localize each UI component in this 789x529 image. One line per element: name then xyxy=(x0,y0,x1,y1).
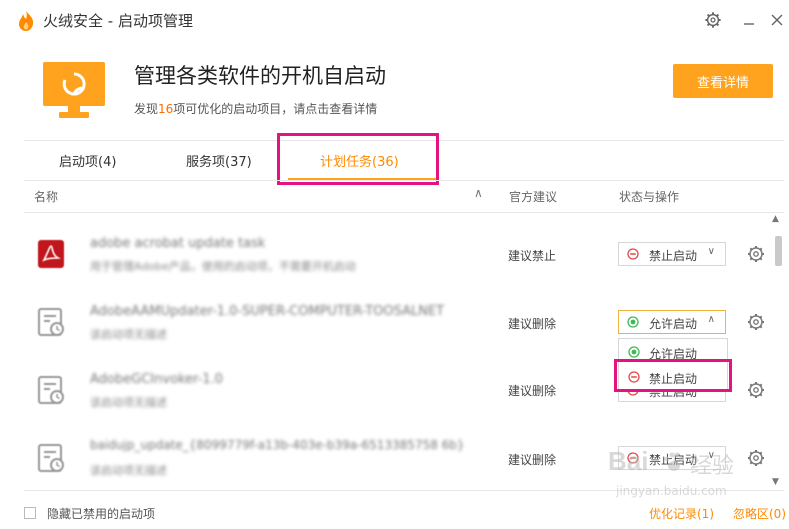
close-icon xyxy=(771,14,783,26)
page-headline: 管理各类软件的开机自启动 xyxy=(134,64,386,88)
baidu-jingyan-watermark: Bai 经验 jingyan.baidu.com xyxy=(608,446,735,498)
row-name: adobe acrobat update task xyxy=(90,236,266,251)
deny-icon xyxy=(627,248,639,260)
title-bar: 火绒安全 - 启动项管理 xyxy=(0,0,789,40)
table-row: adobe acrobat update task 用于管理Adobe产品，使用… xyxy=(24,220,772,288)
acrobat-icon xyxy=(38,240,64,268)
scheduled-task-icon xyxy=(38,308,64,336)
row-name: baidujp_update_{8099779f-a13b-403e-b39a-… xyxy=(90,438,465,452)
window-title: 火绒安全 - 启动项管理 xyxy=(43,12,193,30)
tab-bar: 启动项(4) 服务项(37) 计划任务(36) xyxy=(0,140,789,180)
divider xyxy=(24,180,784,181)
status-select[interactable]: 允许启动 ∧ xyxy=(618,310,726,334)
row-description: 该启动项无描述 xyxy=(90,328,167,341)
optimization-history-link[interactable]: 优化记录(1) xyxy=(649,505,714,522)
dropdown-option-allow[interactable]: 允许启动 xyxy=(619,340,727,365)
tab-scheduled-tasks[interactable]: 计划任务(36) xyxy=(320,151,399,170)
close-button[interactable] xyxy=(766,9,788,31)
status-dropdown: 允许启动 禁止启动 xyxy=(618,338,728,390)
hide-disabled-label: 隐藏已禁用的启动项 xyxy=(47,507,156,521)
minimize-icon xyxy=(744,23,754,25)
column-advice: 官方建议 xyxy=(509,190,558,204)
startup-monitor-icon xyxy=(43,62,105,118)
dropdown-option-deny[interactable]: 禁止启动 xyxy=(619,365,727,390)
row-advice: 建议删除 xyxy=(508,453,557,467)
minimize-button[interactable] xyxy=(738,9,760,31)
baidu-paw-icon xyxy=(664,452,684,471)
status-select[interactable]: 禁止启动 ∨ xyxy=(618,242,726,266)
chevron-down-icon: ∨ xyxy=(707,246,715,257)
sort-ascending-icon[interactable]: ∧ xyxy=(474,186,483,200)
chevron-up-icon: ∧ xyxy=(707,314,715,325)
row-advice: 建议删除 xyxy=(508,317,557,331)
row-name: AdobeGCInvoker-1.0 xyxy=(90,372,223,387)
deny-icon xyxy=(628,371,640,383)
allow-icon xyxy=(627,316,639,328)
gear-icon[interactable] xyxy=(746,312,766,332)
row-description: 该启动项无描述 xyxy=(90,396,167,409)
tab-startup-items[interactable]: 启动项(4) xyxy=(59,151,116,170)
row-description: 用于管理Adobe产品，使用的启动项，不需要开机启动 xyxy=(90,260,356,273)
optimizable-summary: 发现16项可优化的启动项目，请点击查看详情 xyxy=(134,102,378,116)
row-name: AdobeAAMUpdater-1.0-SUPER-COMPUTER-TOOSA… xyxy=(90,304,445,319)
scheduled-task-icon xyxy=(38,444,64,472)
scroll-down-arrow-icon[interactable]: ▼ xyxy=(772,477,779,487)
header: 管理各类软件的开机自启动 发现16项可优化的启动项目，请点击查看详情 查看详情 xyxy=(0,40,789,140)
status-text: 允许启动 xyxy=(649,317,698,331)
view-details-button[interactable]: 查看详情 xyxy=(673,64,773,98)
column-status: 状态与操作 xyxy=(619,190,680,204)
gear-icon[interactable] xyxy=(746,380,766,400)
column-name: 名称 xyxy=(34,190,59,204)
gear-icon xyxy=(705,12,721,28)
scrollbar-thumb[interactable] xyxy=(775,236,782,266)
scroll-up-arrow-icon[interactable]: ▲ xyxy=(772,214,779,224)
scheduled-task-icon xyxy=(38,376,64,404)
tab-services[interactable]: 服务项(37) xyxy=(186,151,252,170)
row-description: 该启动项无描述 xyxy=(90,464,167,477)
row-advice: 建议禁止 xyxy=(508,249,557,263)
ignore-zone-link[interactable]: 忽略区(0) xyxy=(733,505,786,522)
hide-disabled-checkbox[interactable] xyxy=(24,507,36,519)
optimizable-count: 16 xyxy=(158,102,174,116)
gear-icon[interactable] xyxy=(746,244,766,264)
huorong-logo-icon xyxy=(19,11,34,31)
status-text: 禁止启动 xyxy=(649,249,698,263)
settings-button[interactable] xyxy=(702,9,724,31)
divider xyxy=(24,212,784,213)
allow-icon xyxy=(628,346,640,358)
row-advice: 建议删除 xyxy=(508,384,557,398)
